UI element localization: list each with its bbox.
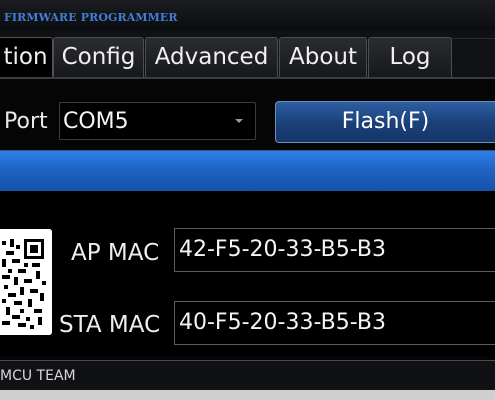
status-text: MCU TEAM (0, 368, 76, 384)
tab-operation[interactable]: tion (0, 37, 53, 77)
tab-advanced[interactable]: Advanced (145, 37, 278, 77)
qr-code (0, 229, 52, 335)
port-label: Port (4, 109, 48, 134)
tab-log[interactable]: Log (368, 37, 452, 77)
tab-about-label: About (288, 44, 357, 70)
ap-mac-value: 42-F5-20-33-B5-B3 (179, 237, 386, 262)
sta-mac-label: STA MAC (59, 312, 161, 338)
sta-mac-value: 40-F5-20-33-B5-B3 (179, 310, 386, 335)
tab-config-label: Config (61, 44, 136, 70)
progress-bar (0, 150, 495, 193)
tab-divider (0, 77, 495, 79)
tab-bar-filler (452, 38, 495, 79)
chevron-down-icon (235, 119, 243, 123)
status-bar: MCU TEAM (0, 360, 495, 391)
tab-about[interactable]: About (279, 37, 367, 77)
flash-button-label: Flash(F) (341, 109, 430, 134)
port-select[interactable]: COM5 (59, 102, 256, 140)
progress-fill (0, 151, 495, 192)
title-bar: FIRMWARE PROGRAMMER (0, 0, 495, 31)
tab-advanced-label: Advanced (154, 44, 269, 70)
qr-code-graphic (0, 229, 52, 335)
window-bottom-edge (0, 390, 495, 400)
port-selected-value: COM5 (63, 109, 129, 134)
tab-operation-label: tion (3, 44, 48, 70)
tab-log-label: Log (389, 44, 431, 70)
tab-config[interactable]: Config (53, 37, 144, 77)
ap-mac-label: AP MAC (71, 240, 160, 266)
window-title: FIRMWARE PROGRAMMER (4, 11, 178, 24)
ap-mac-field[interactable]: 42-F5-20-33-B5-B3 (174, 228, 495, 272)
flash-button[interactable]: Flash(F) (275, 101, 495, 143)
sta-mac-field[interactable]: 40-F5-20-33-B5-B3 (174, 301, 495, 345)
